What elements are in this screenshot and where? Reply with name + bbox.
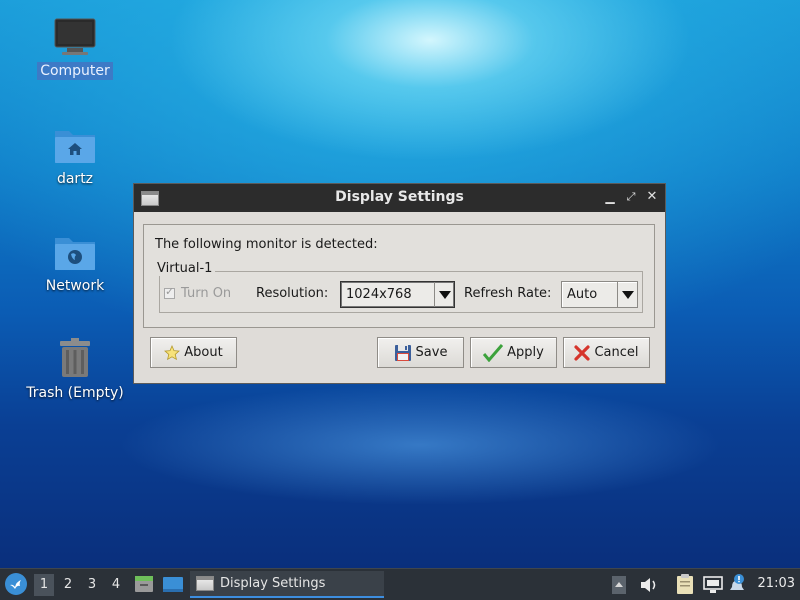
cancel-button[interactable]: Cancel bbox=[563, 337, 650, 368]
refresh-rate-select[interactable]: Auto bbox=[561, 281, 638, 308]
close-icon[interactable]: ✕ bbox=[644, 189, 660, 205]
refresh-rate-value: Auto bbox=[567, 287, 598, 302]
volume-icon[interactable] bbox=[639, 576, 659, 600]
taskbar: 1 2 3 4 Display Settings 21:03 bbox=[0, 568, 800, 600]
desktop-icon-computer[interactable]: Computer bbox=[20, 18, 130, 80]
turn-on-label: Turn On bbox=[181, 286, 232, 301]
taskbar-window-title: Display Settings bbox=[220, 576, 326, 591]
cancel-x-icon bbox=[574, 344, 591, 361]
desktop-icon-label: Computer bbox=[37, 62, 113, 80]
tray-expand-icon[interactable] bbox=[611, 575, 627, 600]
workspace-1[interactable]: 1 bbox=[34, 574, 54, 596]
dialog-titlebar[interactable]: Display Settings ▁ ⤢ ✕ bbox=[134, 184, 665, 212]
monitor-name: Virtual-1 bbox=[154, 261, 216, 276]
desktop-icon-label: Network bbox=[45, 278, 105, 294]
checkbox-icon[interactable] bbox=[164, 285, 175, 299]
resolution-value: 1024x768 bbox=[346, 287, 412, 302]
desktop-icon-trash[interactable]: Trash (Empty) bbox=[20, 338, 130, 402]
window-app-icon bbox=[196, 576, 214, 591]
desktop-icon-network[interactable]: Network bbox=[20, 233, 130, 295]
apply-button[interactable]: Apply bbox=[470, 337, 557, 368]
about-button[interactable]: About bbox=[150, 337, 237, 368]
about-label: About bbox=[184, 345, 223, 360]
checkmark-icon bbox=[483, 343, 504, 362]
monitor-frame: The following monitor is detected: Virtu… bbox=[143, 224, 655, 328]
turn-on-checkbox[interactable]: Turn On bbox=[164, 285, 232, 301]
start-menu-icon[interactable] bbox=[4, 572, 28, 600]
save-button[interactable]: Save bbox=[377, 337, 464, 368]
maximize-icon[interactable]: ⤢ bbox=[623, 189, 639, 205]
notification-icon[interactable] bbox=[729, 573, 749, 600]
workspace-2[interactable]: 2 bbox=[58, 574, 78, 596]
workspace-4[interactable]: 4 bbox=[106, 574, 126, 596]
star-icon bbox=[164, 344, 181, 361]
floppy-disk-icon bbox=[394, 344, 412, 362]
taskbar-window-button[interactable]: Display Settings bbox=[190, 571, 384, 598]
chevron-down-icon[interactable] bbox=[434, 282, 454, 307]
save-label: Save bbox=[415, 345, 448, 360]
network-folder-icon bbox=[55, 238, 95, 270]
network-status-icon[interactable] bbox=[703, 576, 723, 600]
resolution-select[interactable]: 1024x768 bbox=[340, 281, 455, 308]
chevron-down-icon[interactable] bbox=[617, 282, 637, 307]
resolution-label: Resolution: bbox=[256, 286, 329, 301]
refresh-rate-label: Refresh Rate: bbox=[464, 286, 552, 301]
clipboard-icon[interactable] bbox=[676, 573, 694, 600]
trash-icon bbox=[60, 338, 90, 377]
minimize-icon[interactable]: ▁ bbox=[602, 189, 618, 205]
desktop-icon-label: dartz bbox=[56, 171, 94, 187]
display-settings-dialog: Display Settings ▁ ⤢ ✕ The following mon… bbox=[133, 183, 666, 384]
file-manager-icon[interactable] bbox=[134, 574, 154, 600]
desktop-icon-home[interactable]: dartz bbox=[20, 126, 130, 188]
home-folder-icon bbox=[55, 131, 95, 163]
show-desktop-icon[interactable] bbox=[162, 574, 184, 600]
computer-icon bbox=[54, 18, 96, 55]
cancel-label: Cancel bbox=[594, 345, 639, 360]
detected-label: The following monitor is detected: bbox=[155, 237, 378, 252]
clock[interactable]: 21:03 bbox=[758, 576, 795, 591]
dialog-title: Display Settings bbox=[335, 189, 464, 205]
desktop-icon-label: Trash (Empty) bbox=[26, 385, 124, 401]
apply-label: Apply bbox=[507, 345, 544, 360]
workspace-3[interactable]: 3 bbox=[82, 574, 102, 596]
